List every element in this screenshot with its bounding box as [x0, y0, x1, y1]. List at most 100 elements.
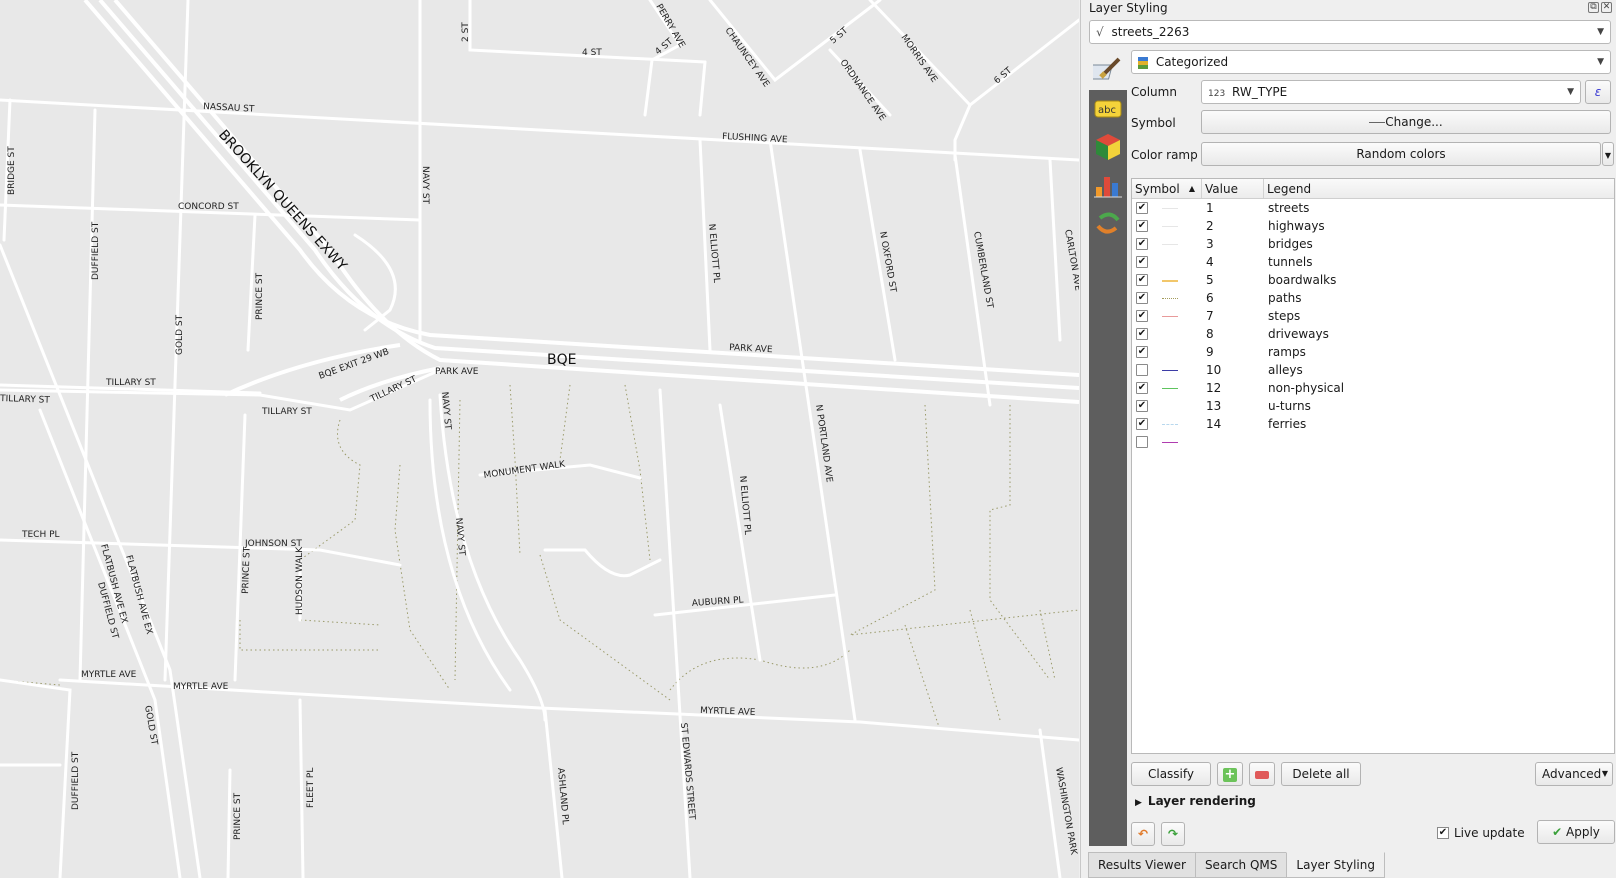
delete-all-button[interactable]: Delete all — [1281, 762, 1361, 786]
table-row[interactable]: ✔ 8 driveways — [1132, 325, 1614, 343]
row-checkbox[interactable]: ✔ — [1136, 346, 1148, 358]
value-cell: 9 — [1206, 345, 1214, 359]
row-checkbox[interactable]: ✔ — [1136, 310, 1148, 322]
row-checkbox[interactable]: ✔ — [1136, 418, 1148, 430]
table-row[interactable]: ✔ 14 ferries — [1132, 415, 1614, 433]
close-button[interactable]: ✕ — [1601, 2, 1612, 13]
row-checkbox[interactable]: ✔ — [1136, 256, 1148, 268]
map-label: PRINCE ST — [255, 272, 265, 320]
table-row[interactable]: ✔ 7 steps — [1132, 307, 1614, 325]
row-checkbox[interactable]: ✔ — [1136, 238, 1148, 250]
chevron-down-icon: ▼ — [1567, 87, 1574, 97]
apply-button[interactable]: ✔ Apply — [1537, 820, 1615, 844]
header-symbol[interactable]: Symbol ▲ — [1132, 179, 1202, 198]
color-ramp-label: Color ramp — [1131, 148, 1198, 162]
map-label: 2 ST — [461, 22, 471, 42]
labels-tab[interactable]: abc — [1089, 90, 1127, 128]
table-row[interactable] — [1132, 433, 1614, 451]
chevron-down-icon: ▼ — [1601, 769, 1608, 778]
table-row[interactable]: ✔ 3 bridges — [1132, 235, 1614, 253]
line-symbol-swatch — [1162, 424, 1178, 425]
table-row[interactable]: ✔ 1 streets — [1132, 199, 1614, 217]
header-value[interactable]: Value — [1202, 179, 1264, 198]
map-label: CARLTON AVE — [1062, 229, 1079, 292]
line-symbol-swatch — [1162, 352, 1178, 353]
table-row[interactable]: ✔ 9 ramps — [1132, 343, 1614, 361]
line-symbol-swatch — [1162, 442, 1178, 443]
tab-search-qms[interactable]: Search QMS — [1194, 852, 1288, 878]
map-label: BROOKLYN QUEENS EXWY — [215, 127, 350, 274]
plus-icon: + — [1223, 766, 1237, 782]
legend-cell: highways — [1268, 219, 1325, 233]
color-ramp-value: Random colors — [1356, 147, 1446, 161]
row-checkbox[interactable] — [1136, 436, 1148, 448]
map-label: MYRTLE AVE — [700, 706, 756, 718]
value-cell: 13 — [1206, 399, 1222, 413]
remove-class-button[interactable] — [1249, 762, 1275, 786]
table-row[interactable]: ✔ 5 boardwalks — [1132, 271, 1614, 289]
map-label: TILLARY ST — [105, 378, 156, 388]
row-checkbox[interactable]: ✔ — [1136, 328, 1148, 340]
column-select[interactable]: 123 RW_TYPE ▼ — [1201, 80, 1581, 104]
map-label: FLUSHING AVE — [722, 132, 788, 145]
map-label: GOLD ST — [175, 314, 185, 355]
row-checkbox[interactable]: ✔ — [1136, 202, 1148, 214]
panel-title: Layer Styling — [1089, 1, 1168, 15]
row-checkbox[interactable]: ✔ — [1136, 220, 1148, 232]
color-ramp-button[interactable]: Random colors — [1201, 142, 1601, 166]
table-row[interactable]: ✔ 12 non-physical — [1132, 379, 1614, 397]
renderer-select[interactable]: Categorized ▼ — [1131, 50, 1611, 74]
table-row[interactable]: ✔ 4 tunnels — [1132, 253, 1614, 271]
row-checkbox[interactable]: ✔ — [1136, 292, 1148, 304]
table-row[interactable]: 10 alleys — [1132, 361, 1614, 379]
undo-button[interactable]: ↶ — [1131, 822, 1155, 846]
line-symbol-swatch — [1162, 226, 1178, 227]
live-update-label: Live update — [1454, 826, 1525, 840]
map-label: PARK AVE — [435, 367, 479, 377]
redo-button[interactable]: ↷ — [1161, 822, 1185, 846]
classify-button[interactable]: Classify — [1131, 762, 1211, 786]
line-symbol-swatch — [1162, 406, 1178, 407]
value-cell: 2 — [1206, 219, 1214, 233]
live-update-toggle[interactable]: ✔ Live update — [1437, 826, 1525, 840]
layer-name: streets_2263 — [1111, 25, 1190, 39]
map-label: 6 ST — [993, 66, 1015, 87]
title-buttons: ⧉ ✕ — [1588, 2, 1612, 13]
legend-cell: ferries — [1268, 417, 1307, 431]
symbol-cell — [1132, 361, 1202, 379]
row-checkbox[interactable]: ✔ — [1136, 382, 1148, 394]
legend-cell: u-turns — [1268, 399, 1311, 413]
value-cell — [1202, 433, 1264, 451]
symbol-cell: ✔ — [1132, 397, 1202, 415]
header-legend[interactable]: Legend — [1264, 179, 1614, 198]
live-update-checkbox[interactable]: ✔ — [1437, 827, 1449, 839]
add-class-button[interactable]: + — [1217, 762, 1243, 786]
symbol-cell: ✔ — [1132, 235, 1202, 253]
table-row[interactable]: ✔ 13 u-turns — [1132, 397, 1614, 415]
advanced-button[interactable]: Advanced ▼ — [1535, 762, 1613, 786]
color-ramp-dropdown[interactable]: ▼ — [1602, 142, 1614, 166]
layer-select[interactable]: √ streets_2263 ▼ — [1089, 20, 1611, 44]
row-checkbox[interactable]: ✔ — [1136, 274, 1148, 286]
diagrams-tab[interactable] — [1089, 166, 1127, 204]
layer-styling-panel: Layer Styling ⧉ ✕ √ streets_2263 ▼ abc C… — [1080, 0, 1616, 878]
expression-button[interactable]: ε — [1585, 80, 1611, 104]
row-checkbox[interactable]: ✔ — [1136, 400, 1148, 412]
tab-results-viewer[interactable]: Results Viewer — [1088, 852, 1196, 878]
advanced-label: Advanced — [1542, 767, 1602, 781]
float-button[interactable]: ⧉ — [1588, 2, 1599, 13]
categories-table[interactable]: Symbol ▲ Value Legend ✔ 1 streets ✔ 2 highways… — [1131, 178, 1615, 754]
streets-layer — [0, 0, 1079, 878]
map-label: NAVY ST — [420, 166, 430, 205]
3d-view-tab[interactable] — [1089, 128, 1127, 166]
layer-rendering-section[interactable]: ▶ Layer rendering — [1135, 794, 1256, 808]
row-checkbox[interactable] — [1136, 364, 1148, 376]
tab-layer-styling[interactable]: Layer Styling — [1286, 852, 1385, 878]
table-row[interactable]: ✔ 6 paths — [1132, 289, 1614, 307]
change-symbol-button[interactable]: Change... — [1201, 110, 1611, 134]
map-label: BQE — [547, 352, 576, 368]
map-canvas[interactable]: NASSAU ST BROOKLYN QUEENS EXWY FLUSHING … — [0, 0, 1079, 878]
symbology-tab[interactable] — [1089, 50, 1127, 88]
history-tab[interactable] — [1089, 204, 1127, 242]
table-row[interactable]: ✔ 2 highways — [1132, 217, 1614, 235]
